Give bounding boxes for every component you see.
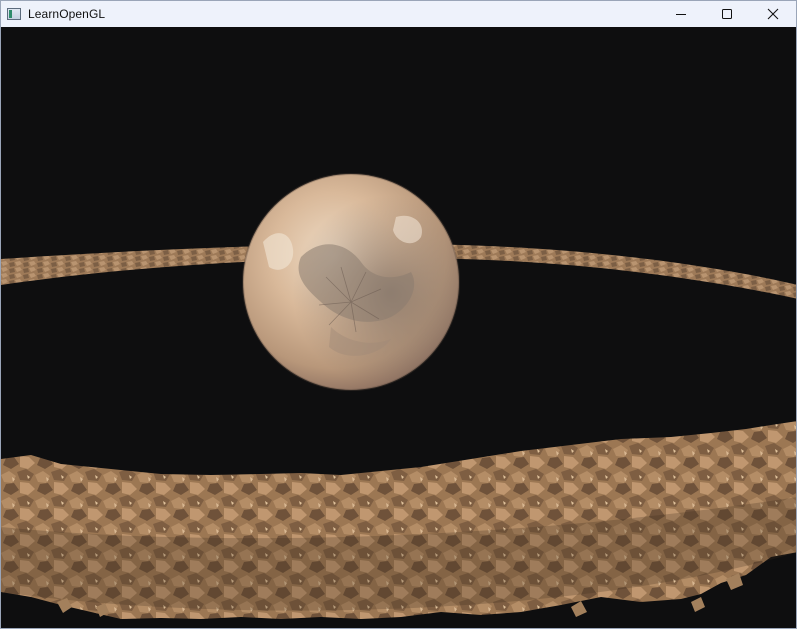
opengl-viewport[interactable] [1,27,796,628]
scene-canvas [1,27,796,628]
close-icon [767,8,779,20]
close-button[interactable] [750,1,796,27]
maximize-button[interactable] [704,1,750,27]
window-controls [658,1,796,27]
app-window-icon [7,8,21,20]
planet [242,173,460,391]
window-title: LearnOpenGL [28,7,106,21]
minimize-button[interactable] [658,1,704,27]
maximize-icon [722,9,732,19]
minimize-icon [676,14,686,15]
app-window: LearnOpenGL [0,0,797,629]
title-bar[interactable]: LearnOpenGL [1,1,796,27]
